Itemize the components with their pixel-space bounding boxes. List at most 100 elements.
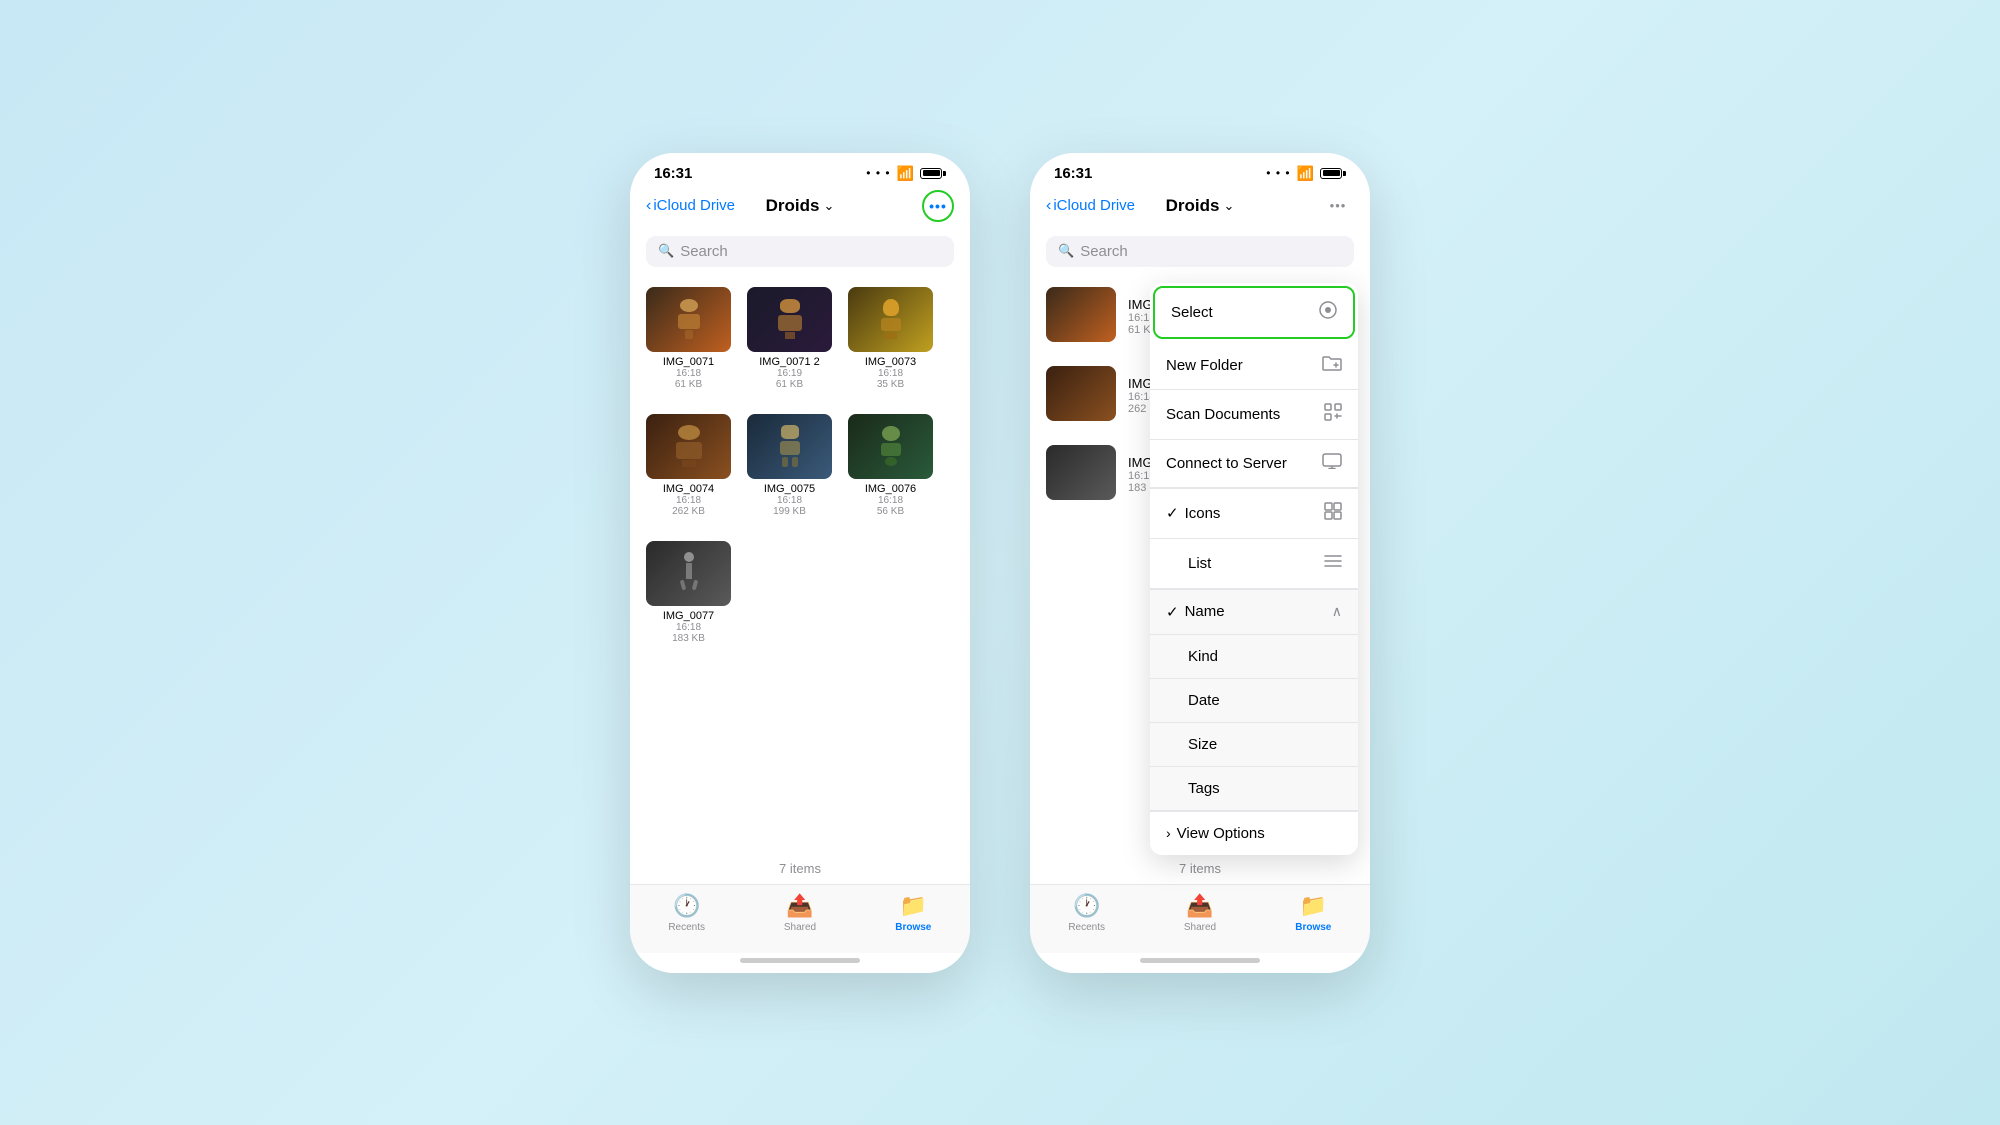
grid-icon: [1324, 502, 1342, 525]
file-thumb-0075: [747, 414, 832, 479]
file-item-0071[interactable]: IMG_0071 16:18 61 KB: [646, 287, 731, 390]
search-bar-right: 🔍 Search: [1030, 230, 1370, 277]
connect-to-server-item[interactable]: Connect to Server: [1150, 440, 1358, 488]
wifi-icon-right: 📶: [1297, 165, 1314, 182]
select-item-wrapper: Select: [1153, 286, 1355, 339]
tags-item[interactable]: Tags: [1150, 767, 1358, 811]
tab-browse-right[interactable]: 📁 Browse: [1257, 893, 1370, 933]
file-size-0073: 35 KB: [877, 379, 904, 390]
kind-label: Kind: [1180, 648, 1218, 665]
new-folder-item[interactable]: New Folder: [1150, 342, 1358, 390]
icons-item[interactable]: ✓ Icons: [1150, 489, 1358, 539]
file-size-0075: 199 KB: [773, 506, 806, 517]
file-name-00712: IMG_0071 2: [759, 356, 820, 368]
folder-title-left: Droids ⌄: [766, 196, 835, 216]
file-size-0076: 56 KB: [877, 506, 904, 517]
ellipsis-icon-left: •••: [929, 198, 947, 214]
file-item-00712[interactable]: IMG_0071 2 16:19 61 KB: [747, 287, 832, 390]
icons-text: Icons: [1185, 505, 1221, 522]
file-thumb-0076: [848, 414, 933, 479]
signal-icon-right: • • •: [1266, 166, 1290, 180]
search-bar-left: 🔍 Search: [630, 230, 970, 277]
view-options-item[interactable]: › View Options: [1150, 812, 1358, 855]
list-icon: [1324, 552, 1342, 575]
status-time-left: 16:31: [654, 165, 692, 182]
scan-documents-item[interactable]: Scan Documents: [1150, 390, 1358, 440]
search-input-right[interactable]: 🔍 Search: [1046, 236, 1354, 267]
tab-recents-right[interactable]: 🕐 Recents: [1030, 893, 1143, 933]
search-placeholder-right: Search: [1080, 243, 1128, 260]
file-time-0077: 16:18: [676, 622, 701, 633]
search-icon-right: 🔍: [1058, 243, 1074, 259]
search-icon-left: 🔍: [658, 243, 674, 259]
file-size-0074: 262 KB: [672, 506, 705, 517]
back-button-left[interactable]: ‹ iCloud Drive: [646, 197, 735, 215]
new-folder-icon: [1322, 355, 1342, 376]
file-item-0073[interactable]: IMG_0073 16:18 35 KB: [848, 287, 933, 390]
file-name-0071: IMG_0071: [663, 356, 714, 368]
file-name-0073: IMG_0073: [865, 356, 916, 368]
search-placeholder-left: Search: [680, 243, 728, 260]
kind-item[interactable]: Kind: [1150, 635, 1358, 679]
view-options-arrow: ›: [1166, 825, 1171, 841]
tab-shared-left[interactable]: 📤 Shared: [743, 893, 856, 933]
new-folder-label: New Folder: [1166, 357, 1243, 374]
tab-recents-left[interactable]: 🕐 Recents: [630, 893, 743, 933]
list-label: List: [1166, 555, 1211, 572]
name-sort-label: ✓ Name: [1166, 603, 1225, 621]
tags-label: Tags: [1180, 780, 1220, 797]
search-input-left[interactable]: 🔍 Search: [646, 236, 954, 267]
date-item[interactable]: Date: [1150, 679, 1358, 723]
chevron-left-icon-right: ‹: [1046, 197, 1051, 215]
name-sort-item[interactable]: ✓ Name ∧: [1150, 590, 1358, 635]
thumb-r-0071: [1046, 287, 1116, 342]
left-phone: 16:31 • • • 📶 ‹ iCloud Drive Droids ⌄ ••…: [630, 153, 970, 973]
signal-icon: • • •: [866, 166, 890, 180]
icons-checkmark: ✓: [1166, 504, 1179, 522]
thumb-r-0077: [1046, 445, 1116, 500]
recents-icon-left: 🕐: [673, 893, 700, 919]
browse-icon-right: 📁: [1300, 893, 1327, 919]
status-icons-right: • • • 📶: [1266, 165, 1346, 182]
title-text-left: Droids: [766, 196, 820, 216]
file-thumb-0071: [646, 287, 731, 352]
title-chevron-left: ⌄: [823, 198, 834, 214]
grid-row-1: IMG_0071 16:18 61 KB IMG_0071 2 16:19 61…: [646, 287, 954, 390]
name-text: Name: [1185, 603, 1225, 620]
thumb-r-0074: [1046, 366, 1116, 421]
file-thumb-0077: [646, 541, 731, 606]
file-time-0075: 16:18: [777, 495, 802, 506]
tab-label-browse-left: Browse: [895, 922, 931, 933]
scan-icon: [1324, 403, 1342, 426]
size-item[interactable]: Size: [1150, 723, 1358, 767]
more-button-left[interactable]: •••: [922, 190, 954, 222]
more-button-right[interactable]: •••: [1322, 190, 1354, 222]
tab-bar-left: 🕐 Recents 📤 Shared 📁 Browse: [630, 884, 970, 953]
tab-shared-right[interactable]: 📤 Shared: [1143, 893, 1256, 933]
file-name-0077: IMG_0077: [663, 610, 714, 622]
tab-browse-left[interactable]: 📁 Browse: [857, 893, 970, 933]
tab-label-shared-right: Shared: [1184, 922, 1216, 933]
tab-label-shared-left: Shared: [784, 922, 816, 933]
list-item[interactable]: List: [1150, 539, 1358, 589]
file-time-0073: 16:18: [878, 368, 903, 379]
file-thumb-0073: [848, 287, 933, 352]
file-count-right: 7 items: [1030, 857, 1370, 884]
home-bar-right: [1140, 958, 1260, 963]
file-item-0074[interactable]: IMG_0074 16:18 262 KB: [646, 414, 731, 517]
dropdown-menu: Select New Folder: [1150, 283, 1358, 855]
recents-icon-right: 🕐: [1073, 893, 1100, 919]
file-item-0075[interactable]: IMG_0075 16:18 199 KB: [747, 414, 832, 517]
file-time-0074: 16:18: [676, 495, 701, 506]
size-label: Size: [1180, 736, 1217, 753]
right-phone: 16:31 • • • 📶 ‹ iCloud Drive Droids ⌄ ••…: [1030, 153, 1370, 973]
date-label: Date: [1180, 692, 1220, 709]
select-item[interactable]: Select: [1155, 288, 1353, 337]
file-item-0077[interactable]: IMG_0077 16:18 183 KB: [646, 541, 731, 644]
shared-icon-left: 📤: [786, 893, 813, 919]
tab-bar-right: 🕐 Recents 📤 Shared 📁 Browse: [1030, 884, 1370, 953]
back-button-right[interactable]: ‹ iCloud Drive: [1046, 197, 1135, 215]
file-grid-left: IMG_0071 16:18 61 KB IMG_0071 2 16:19 61…: [630, 277, 970, 857]
file-time-0076: 16:18: [878, 495, 903, 506]
file-item-0076[interactable]: IMG_0076 16:18 56 KB: [848, 414, 933, 517]
